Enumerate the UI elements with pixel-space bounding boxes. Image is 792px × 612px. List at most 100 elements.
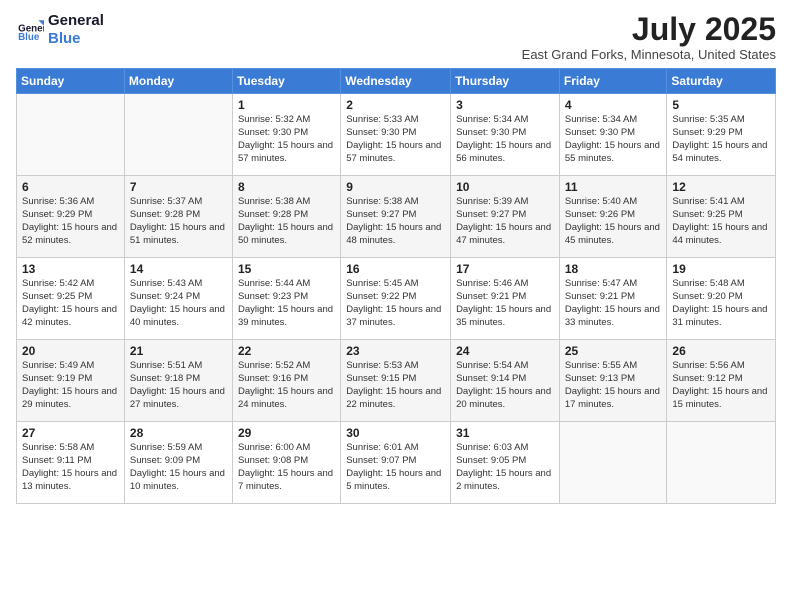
calendar-cell: 28 Sunrise: 5:59 AMSunset: 9:09 PMDayligh… [124,422,232,504]
day-number: 15 [238,262,335,276]
day-number: 1 [238,98,335,112]
day-info: Sunrise: 5:43 AMSunset: 9:24 PMDaylight:… [130,278,227,329]
calendar-table: Sunday Monday Tuesday Wednesday Thursday… [16,68,776,504]
calendar-cell: 9 Sunrise: 5:38 AMSunset: 9:27 PMDaylight… [341,176,451,258]
day-info: Sunrise: 5:42 AMSunset: 9:25 PMDaylight:… [22,278,119,329]
calendar-cell: 20 Sunrise: 5:49 AMSunset: 9:19 PMDayligh… [17,340,125,422]
day-info: Sunrise: 5:38 AMSunset: 9:28 PMDaylight:… [238,196,335,247]
day-number: 31 [456,426,554,440]
day-info: Sunrise: 5:52 AMSunset: 9:16 PMDaylight:… [238,360,335,411]
calendar-week-2: 6 Sunrise: 5:36 AMSunset: 9:29 PMDaylight… [17,176,776,258]
day-number: 18 [565,262,662,276]
calendar-cell: 13 Sunrise: 5:42 AMSunset: 9:25 PMDayligh… [17,258,125,340]
day-info: Sunrise: 5:37 AMSunset: 9:28 PMDaylight:… [130,196,227,247]
header-friday: Friday [559,69,667,94]
day-info: Sunrise: 5:47 AMSunset: 9:21 PMDaylight:… [565,278,662,329]
day-info: Sunrise: 5:34 AMSunset: 9:30 PMDaylight:… [565,114,662,165]
calendar-week-1: 1 Sunrise: 5:32 AMSunset: 9:30 PMDaylight… [17,94,776,176]
day-number: 8 [238,180,335,194]
calendar-week-5: 27Sunrise: 5:58 AMSunset: 9:11 PMDayligh… [17,422,776,504]
day-info: Sunrise: 5:39 AMSunset: 9:27 PMDaylight:… [456,196,554,247]
day-number: 13 [22,262,119,276]
day-number: 19 [672,262,770,276]
day-info: Sunrise: 5:40 AMSunset: 9:26 PMDaylight:… [565,196,662,247]
day-number: 14 [130,262,227,276]
logo: General Blue General Blue [16,12,104,48]
calendar-cell [17,94,125,176]
day-number: 2 [346,98,445,112]
header-wednesday: Wednesday [341,69,451,94]
calendar-cell: 22 Sunrise: 5:52 AMSunset: 9:16 PMDayligh… [232,340,340,422]
day-number: 6 [22,180,119,194]
day-number: 28 [130,426,227,440]
day-number: 5 [672,98,770,112]
day-info: Sunrise: 5:46 AMSunset: 9:21 PMDaylight:… [456,278,554,329]
day-info: Sunrise: 5:56 AMSunset: 9:12 PMDaylight:… [672,360,770,411]
day-number: 11 [565,180,662,194]
calendar-cell: 31 Sunrise: 6:03 AMSunset: 9:05 PMDayligh… [451,422,560,504]
calendar-cell: 12 Sunrise: 5:41 AMSunset: 9:25 PMDayligh… [667,176,776,258]
header-monday: Monday [124,69,232,94]
calendar-cell: 14 Sunrise: 5:43 AMSunset: 9:24 PMDayligh… [124,258,232,340]
day-info: Sunrise: 6:03 AMSunset: 9:05 PMDaylight:… [456,442,554,493]
calendar-cell: 11 Sunrise: 5:40 AMSunset: 9:26 PMDayligh… [559,176,667,258]
calendar-cell: 24 Sunrise: 5:54 AMSunset: 9:14 PMDayligh… [451,340,560,422]
day-number: 24 [456,344,554,358]
day-number: 20 [22,344,119,358]
svg-text:Blue: Blue [18,32,40,43]
calendar-cell: 16Sunrise: 5:45 AMSunset: 9:22 PMDayligh… [341,258,451,340]
day-info: Sunrise: 5:49 AMSunset: 9:19 PMDaylight:… [22,360,119,411]
day-number: 27 [22,426,119,440]
day-info: Sunrise: 5:35 AMSunset: 9:29 PMDaylight:… [672,114,770,165]
header-saturday: Saturday [667,69,776,94]
day-number: 9 [346,180,445,194]
header: General Blue General Blue July 2025 East… [16,12,776,62]
calendar-cell: 26 Sunrise: 5:56 AMSunset: 9:12 PMDayligh… [667,340,776,422]
day-number: 16 [346,262,445,276]
logo-blue: Blue [48,30,104,48]
calendar-cell: 29 Sunrise: 6:00 AMSunset: 9:08 PMDayligh… [232,422,340,504]
calendar-cell [124,94,232,176]
day-number: 12 [672,180,770,194]
page: General Blue General Blue July 2025 East… [0,0,792,612]
day-info: Sunrise: 5:36 AMSunset: 9:29 PMDaylight:… [22,196,119,247]
calendar-cell: 6 Sunrise: 5:36 AMSunset: 9:29 PMDaylight… [17,176,125,258]
header-tuesday: Tuesday [232,69,340,94]
day-number: 25 [565,344,662,358]
calendar-cell: 15 Sunrise: 5:44 AMSunset: 9:23 PMDayligh… [232,258,340,340]
day-number: 4 [565,98,662,112]
header-sunday: Sunday [17,69,125,94]
day-info: Sunrise: 5:59 AMSunset: 9:09 PMDaylight:… [130,442,227,493]
logo-general: General [48,12,104,30]
month-title: July 2025 [522,12,776,47]
day-info: Sunrise: 5:32 AMSunset: 9:30 PMDaylight:… [238,114,335,165]
calendar-week-3: 13 Sunrise: 5:42 AMSunset: 9:25 PMDayligh… [17,258,776,340]
calendar-cell: 25Sunrise: 5:55 AMSunset: 9:13 PMDayligh… [559,340,667,422]
header-thursday: Thursday [451,69,560,94]
day-info: Sunrise: 6:00 AMSunset: 9:08 PMDaylight:… [238,442,335,493]
calendar-cell: 5 Sunrise: 5:35 AMSunset: 9:29 PMDaylight… [667,94,776,176]
day-info: Sunrise: 5:38 AMSunset: 9:27 PMDaylight:… [346,196,445,247]
title-block: July 2025 East Grand Forks, Minnesota, U… [522,12,776,62]
calendar-cell: 3Sunrise: 5:34 AMSunset: 9:30 PMDaylight… [451,94,560,176]
day-info: Sunrise: 5:44 AMSunset: 9:23 PMDaylight:… [238,278,335,329]
day-info: Sunrise: 5:41 AMSunset: 9:25 PMDaylight:… [672,196,770,247]
calendar-week-4: 20 Sunrise: 5:49 AMSunset: 9:19 PMDayligh… [17,340,776,422]
calendar-cell [667,422,776,504]
calendar-cell: 30Sunrise: 6:01 AMSunset: 9:07 PMDayligh… [341,422,451,504]
day-number: 23 [346,344,445,358]
day-info: Sunrise: 5:51 AMSunset: 9:18 PMDaylight:… [130,360,227,411]
day-info: Sunrise: 5:48 AMSunset: 9:20 PMDaylight:… [672,278,770,329]
calendar-cell: 8 Sunrise: 5:38 AMSunset: 9:28 PMDaylight… [232,176,340,258]
day-info: Sunrise: 5:54 AMSunset: 9:14 PMDaylight:… [456,360,554,411]
day-number: 26 [672,344,770,358]
day-info: Sunrise: 5:34 AMSunset: 9:30 PMDaylight:… [456,114,554,165]
logo-icon: General Blue [16,16,44,44]
day-number: 17 [456,262,554,276]
day-number: 22 [238,344,335,358]
calendar-cell: 23Sunrise: 5:53 AMSunset: 9:15 PMDayligh… [341,340,451,422]
day-number: 29 [238,426,335,440]
weekday-header-row: Sunday Monday Tuesday Wednesday Thursday… [17,69,776,94]
day-info: Sunrise: 5:33 AMSunset: 9:30 PMDaylight:… [346,114,445,165]
day-info: Sunrise: 6:01 AMSunset: 9:07 PMDaylight:… [346,442,445,493]
